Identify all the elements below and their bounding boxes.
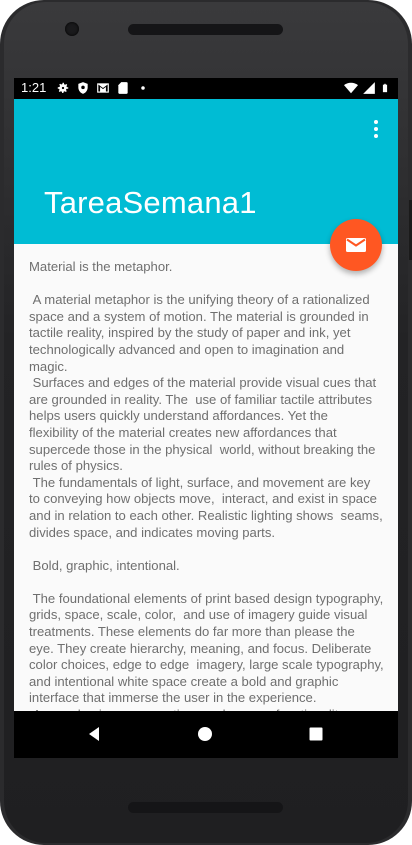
scroll-content[interactable]: Material is the metaphor. A material met… xyxy=(14,244,398,711)
back-button[interactable] xyxy=(83,723,105,745)
menu-dot xyxy=(374,127,378,131)
signal-icon xyxy=(363,82,375,94)
front-camera xyxy=(65,22,79,36)
shield-icon xyxy=(78,82,88,94)
body-text: Material is the metaphor. A material met… xyxy=(29,259,384,711)
screen: 1:21 TareaSemana1 Material is the metaph… xyxy=(14,78,398,758)
bottom-speaker xyxy=(128,802,283,813)
app-bar: TareaSemana1 xyxy=(14,99,398,244)
email-icon xyxy=(346,238,366,252)
home-icon xyxy=(198,727,212,741)
recents-button[interactable] xyxy=(305,723,327,745)
menu-dot xyxy=(374,120,378,124)
wifi-icon xyxy=(344,82,358,94)
status-time: 1:21 xyxy=(21,80,47,95)
status-system-icons xyxy=(344,81,390,95)
menu-dot xyxy=(374,134,378,138)
earpiece-speaker xyxy=(128,24,283,35)
back-icon xyxy=(89,727,99,741)
status-bar: 1:21 xyxy=(14,78,398,99)
battery-icon xyxy=(382,83,388,93)
navigation-bar xyxy=(14,711,398,758)
settings-icon xyxy=(57,82,69,94)
email-fab-button[interactable] xyxy=(330,219,382,271)
recents-icon xyxy=(309,727,323,741)
home-button[interactable] xyxy=(194,723,216,745)
overflow-menu-icon[interactable] xyxy=(364,117,388,141)
app-title: TareaSemana1 xyxy=(44,185,257,220)
notification-dot-icon xyxy=(141,86,145,90)
gmail-icon xyxy=(97,83,109,93)
sd-card-icon xyxy=(118,82,128,94)
phone-frame: 1:21 TareaSemana1 Material is the metaph… xyxy=(0,0,412,845)
status-notification-icons xyxy=(56,81,150,95)
